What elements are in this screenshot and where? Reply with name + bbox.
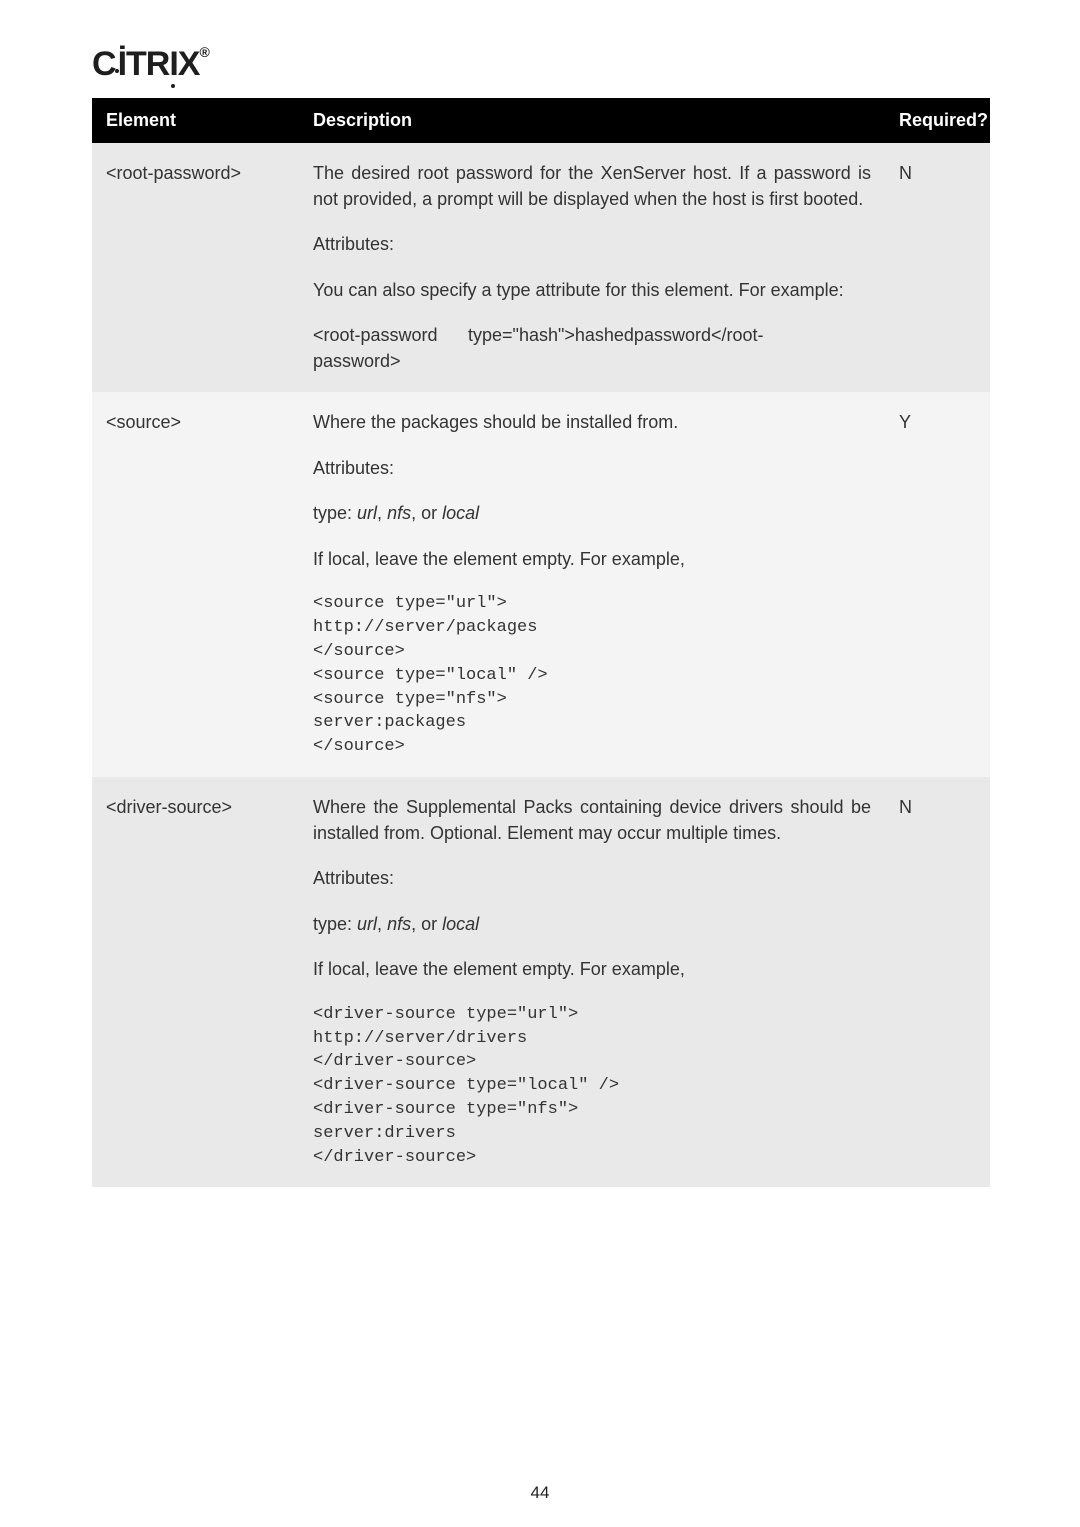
type-nfs: nfs xyxy=(387,503,411,523)
cell-description: The desired root password for the XenSer… xyxy=(299,143,885,392)
desc-paragraph: If local, leave the element empty. For e… xyxy=(313,547,871,573)
desc-attributes-label: Attributes: xyxy=(313,866,871,892)
type-prefix: type: xyxy=(313,503,357,523)
desc-paragraph: Where the Supplemental Packs containing … xyxy=(313,795,871,846)
desc-attributes-label: Attributes: xyxy=(313,232,871,258)
type-sep: , or xyxy=(411,914,442,934)
code-token: password> xyxy=(313,351,401,371)
desc-type-line: type: url, nfs, or local xyxy=(313,501,871,527)
cell-element: <driver-source> xyxy=(92,777,299,1187)
table-row: <root-password> The desired root passwor… xyxy=(92,143,990,392)
header-required: Required? xyxy=(885,98,990,143)
type-prefix: type: xyxy=(313,914,357,934)
table-header-row: Element Description Required? xyxy=(92,98,990,143)
type-url: url xyxy=(357,914,377,934)
table-row: <driver-source> Where the Supplemental P… xyxy=(92,777,990,1187)
cell-required: N xyxy=(885,143,990,392)
cell-required: N xyxy=(885,777,990,1187)
header-description: Description xyxy=(299,98,885,143)
desc-attributes-label: Attributes: xyxy=(313,456,871,482)
desc-type-line: type: url, nfs, or local xyxy=(313,912,871,938)
type-local: local xyxy=(442,503,479,523)
type-url: url xyxy=(357,503,377,523)
code-token: type="hash">hashedpassword</root- xyxy=(468,325,763,345)
desc-paragraph: The desired root password for the XenSer… xyxy=(313,161,871,212)
desc-code-block: <driver-source type="url"> http://server… xyxy=(313,1003,871,1170)
desc-code-block: <source type="url"> http://server/packag… xyxy=(313,592,871,759)
cell-required: Y xyxy=(885,392,990,777)
type-sep: , xyxy=(377,503,387,523)
desc-paragraph: Where the packages should be installed f… xyxy=(313,410,871,436)
doc-table: Element Description Required? <root-pass… xyxy=(92,98,990,1187)
type-sep: , xyxy=(377,914,387,934)
cell-description: Where the Supplemental Packs containing … xyxy=(299,777,885,1187)
desc-paragraph: You can also specify a type attribute fo… xyxy=(313,278,871,304)
desc-code-line: <root-password type="hash">hashedpasswor… xyxy=(313,323,871,374)
header-element: Element xyxy=(92,98,299,143)
page-number: 44 xyxy=(0,1483,1080,1503)
type-local: local xyxy=(442,914,479,934)
citrix-logo: CİTRIX® xyxy=(92,44,990,84)
cell-description: Where the packages should be installed f… xyxy=(299,392,885,777)
code-token: <root-password xyxy=(313,323,463,349)
type-sep: , or xyxy=(411,503,442,523)
desc-paragraph: If local, leave the element empty. For e… xyxy=(313,957,871,983)
table-row: <source> Where the packages should be in… xyxy=(92,392,990,777)
type-nfs: nfs xyxy=(387,914,411,934)
cell-element: <root-password> xyxy=(92,143,299,392)
cell-element: <source> xyxy=(92,392,299,777)
